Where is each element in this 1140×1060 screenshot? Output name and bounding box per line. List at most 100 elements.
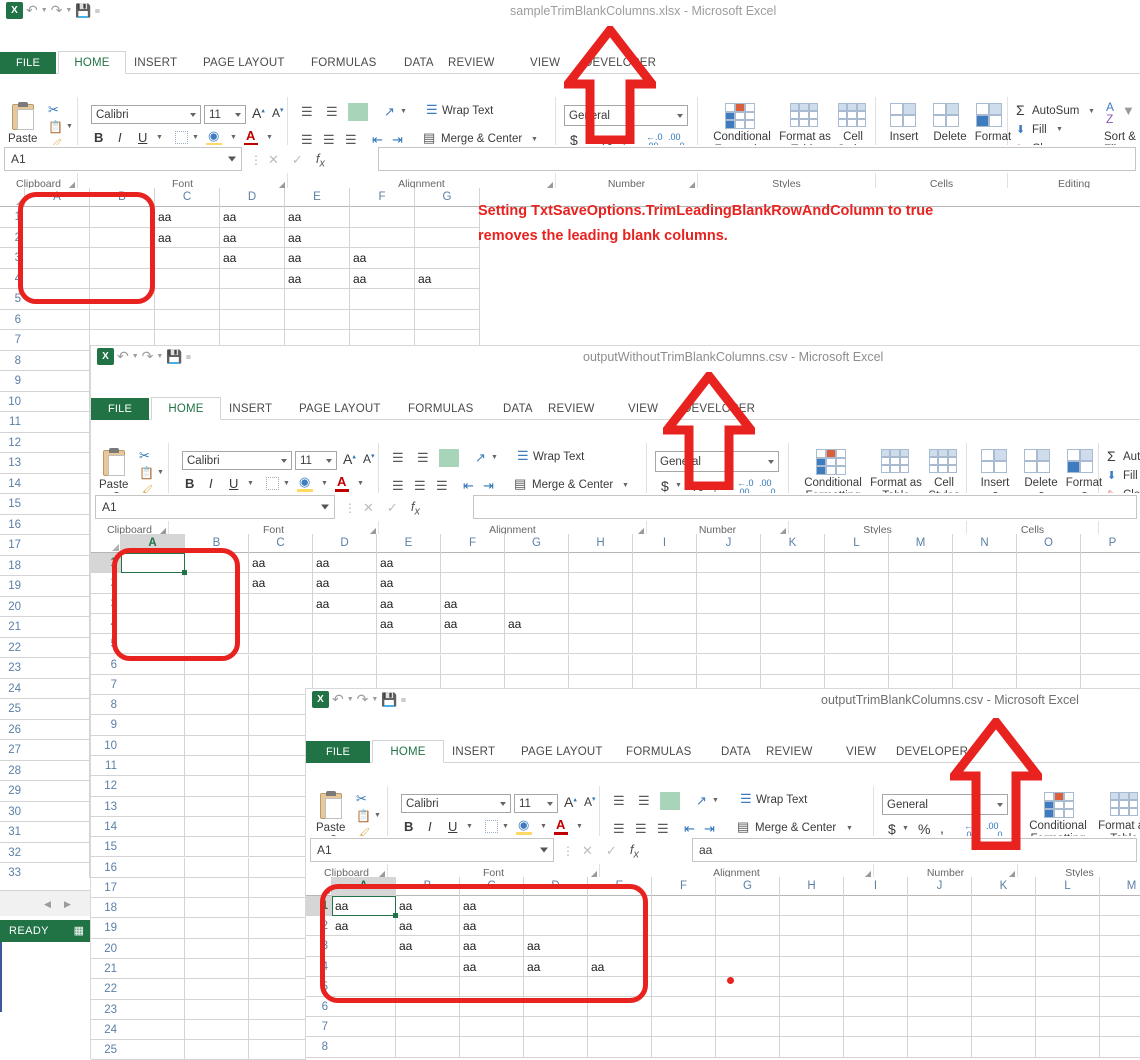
row-header-23[interactable]: 23 xyxy=(91,1000,121,1020)
borders-dropdown-icon[interactable]: ▼ xyxy=(192,134,199,141)
column-header-K[interactable]: K xyxy=(972,877,1036,896)
column-header-H[interactable]: H xyxy=(780,877,844,896)
cell-L3[interactable] xyxy=(1036,936,1100,956)
cell-G5[interactable] xyxy=(415,289,480,310)
cell-A12[interactable] xyxy=(25,433,90,454)
column-header-D[interactable]: D xyxy=(220,188,285,207)
row-header-33[interactable]: 33 xyxy=(0,863,25,878)
cell-styles-icon[interactable] xyxy=(929,449,957,473)
cell-A15[interactable] xyxy=(25,494,90,515)
cell-L8[interactable] xyxy=(1036,1037,1100,1057)
cell-C8[interactable] xyxy=(460,1037,524,1057)
insert-function-icon[interactable]: fx xyxy=(316,151,325,170)
cell-E3[interactable]: aa xyxy=(377,594,441,614)
cell-E4[interactable]: aa xyxy=(285,269,350,290)
copy-dropdown-icon[interactable]: ▼ xyxy=(374,812,381,819)
cell-C11[interactable] xyxy=(249,756,313,776)
bold-button[interactable]: B xyxy=(185,476,194,491)
cell-N1[interactable] xyxy=(953,553,1017,573)
cell-G8[interactable] xyxy=(716,1037,780,1057)
cell-A5[interactable] xyxy=(25,289,90,310)
row-header-8[interactable]: 8 xyxy=(91,695,121,715)
cell-A3[interactable] xyxy=(25,248,90,269)
cell-L7[interactable] xyxy=(1036,1017,1100,1037)
format-button[interactable]: Format xyxy=(974,131,1012,143)
customize-qat-icon[interactable]: ≣ xyxy=(401,696,407,704)
conditional-formatting-icon[interactable] xyxy=(816,449,846,475)
tab-formulas[interactable]: FORMULAS xyxy=(626,741,692,763)
row-header-6[interactable]: 6 xyxy=(91,655,121,675)
cell-J4[interactable] xyxy=(908,957,972,977)
underline-dropdown-icon[interactable]: ▼ xyxy=(247,480,254,487)
cell-M4[interactable] xyxy=(889,614,953,634)
cell-C6[interactable] xyxy=(155,310,220,331)
formula-bar-menu-icon[interactable]: ⋮ xyxy=(562,844,574,858)
cell-H3[interactable] xyxy=(569,594,633,614)
cell-B11[interactable] xyxy=(185,756,249,776)
insert-cells-icon[interactable] xyxy=(890,103,916,127)
cell-A18[interactable] xyxy=(121,898,185,918)
cell-C9[interactable] xyxy=(249,715,313,735)
cell-D3[interactable]: aa xyxy=(220,248,285,269)
autosum-dropdown-icon[interactable]: ▼ xyxy=(1088,108,1095,115)
row-header-25[interactable]: 25 xyxy=(91,1040,121,1060)
cell-H3[interactable] xyxy=(780,936,844,956)
cell-C15[interactable] xyxy=(249,837,313,857)
fill-color-dropdown-icon[interactable]: ▼ xyxy=(230,134,237,141)
cell-A32[interactable] xyxy=(25,843,90,864)
cell-E3[interactable] xyxy=(588,936,652,956)
cell-K8[interactable] xyxy=(972,1037,1036,1057)
cell-G1[interactable] xyxy=(505,553,569,573)
format-as-table-icon[interactable] xyxy=(881,449,909,473)
cell-A6[interactable] xyxy=(25,310,90,331)
orientation-icon[interactable]: ↗ xyxy=(475,450,486,466)
cell-B2[interactable]: aa xyxy=(396,916,460,936)
cell-H2[interactable] xyxy=(569,573,633,593)
record-macro-icon[interactable]: ▦ xyxy=(74,924,84,937)
undo-dropdown-icon[interactable]: ▼ xyxy=(347,696,354,703)
cell-K3[interactable] xyxy=(761,594,825,614)
tab-home[interactable]: HOME xyxy=(58,51,126,74)
format-cells-icon[interactable] xyxy=(1067,449,1093,473)
autosum-button-partial[interactable]: AutoSum xyxy=(1123,451,1140,463)
cell-A3[interactable] xyxy=(121,594,185,614)
row-header-4[interactable]: 4 xyxy=(91,614,121,634)
paste-label[interactable]: Paste xyxy=(99,479,128,491)
font-size-select[interactable]: 11 xyxy=(295,451,337,470)
cell-A23[interactable] xyxy=(121,1000,185,1020)
underline-button[interactable]: U xyxy=(448,819,457,834)
insert-button[interactable]: Insert xyxy=(977,477,1013,489)
cell-D5[interactable] xyxy=(313,634,377,654)
cell-J1[interactable] xyxy=(697,553,761,573)
cell-K1[interactable] xyxy=(761,553,825,573)
redo-icon[interactable]: ↷ xyxy=(142,348,154,365)
cell-J3[interactable] xyxy=(697,594,761,614)
align-top-icon[interactable]: ☰ xyxy=(392,450,404,466)
cell-C16[interactable] xyxy=(249,858,313,878)
cell-N2[interactable] xyxy=(953,573,1017,593)
column-header-B[interactable]: B xyxy=(396,877,460,896)
cell-H6[interactable] xyxy=(780,997,844,1017)
cell-L5[interactable] xyxy=(825,634,889,654)
redo-icon[interactable]: ↷ xyxy=(51,2,63,19)
copy-icon[interactable]: 📋 xyxy=(48,120,63,134)
column-header-L[interactable]: L xyxy=(825,534,889,553)
cell-I6[interactable] xyxy=(633,655,697,675)
conditional-formatting-icon[interactable] xyxy=(1044,792,1074,818)
cell-D2[interactable]: aa xyxy=(313,573,377,593)
cell-P6[interactable] xyxy=(1081,655,1140,675)
cell-M1[interactable] xyxy=(889,553,953,573)
cell-H8[interactable] xyxy=(780,1037,844,1057)
cell-D8[interactable] xyxy=(524,1037,588,1057)
increase-indent-icon[interactable]: ⇥ xyxy=(704,821,715,837)
cell-P3[interactable] xyxy=(1081,594,1140,614)
cell-A4[interactable] xyxy=(332,957,396,977)
cell-A10[interactable] xyxy=(121,736,185,756)
increase-font-size-icon[interactable]: A▴ xyxy=(252,105,265,121)
cell-A10[interactable] xyxy=(25,392,90,413)
cell-L3[interactable] xyxy=(825,594,889,614)
cell-A25[interactable] xyxy=(121,1040,185,1060)
cell-M6[interactable] xyxy=(889,655,953,675)
cell-B1[interactable]: aa xyxy=(396,896,460,916)
cell-A13[interactable] xyxy=(25,453,90,474)
